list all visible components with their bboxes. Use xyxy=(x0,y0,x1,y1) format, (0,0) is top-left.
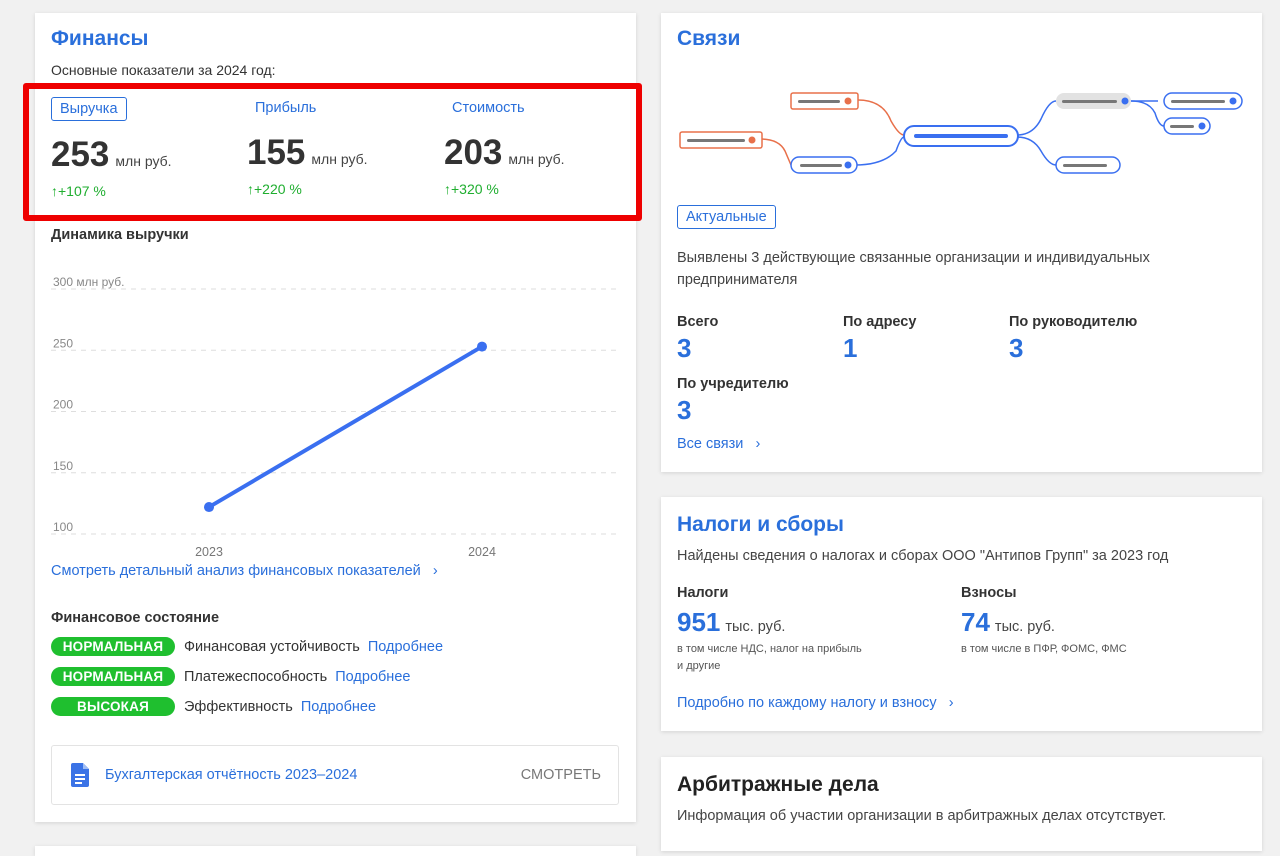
view-button[interactable]: СМОТРЕТЬ xyxy=(521,767,601,783)
stat-label: По адресу xyxy=(843,314,917,330)
finance-card: Финансы Основные показатели за 2024 год:… xyxy=(23,13,642,822)
state-row-stability: НОРМАЛЬНАЯ Финансовая устойчивость Подро… xyxy=(51,637,443,656)
taxes-title: Налоги и сборы xyxy=(677,513,844,536)
more-link[interactable]: Подробнее xyxy=(335,669,410,685)
metric-profit[interactable]: Прибыль 155 млн руб. ↑+220 % xyxy=(247,97,368,197)
stat-by-director[interactable]: По руководителю 3 xyxy=(1009,314,1137,364)
more-link[interactable]: Подробнее xyxy=(301,699,376,715)
stat-label: Всего xyxy=(677,314,719,330)
y-tick-label: 100 xyxy=(53,520,73,534)
metric-revenue-tab[interactable]: Выручка xyxy=(51,97,127,121)
more-link[interactable]: Подробнее xyxy=(368,639,443,655)
tax-unit: тыс. руб. xyxy=(994,619,1055,635)
metric-profit-tab[interactable]: Прибыль xyxy=(247,97,324,119)
tax-label: Взносы xyxy=(961,585,1017,601)
links-title: Связи xyxy=(677,27,741,50)
data-point[interactable] xyxy=(204,502,214,513)
status-badge: ВЫСОКАЯ xyxy=(51,697,175,716)
metric-revenue-change: ↑+107 % xyxy=(51,183,106,199)
arbitration-description: Информация об участии организации в арби… xyxy=(677,808,1167,824)
links-card: Связи Актуальные Выявлены 3 действующие … xyxy=(661,13,1262,472)
links-description: Выявлены 3 действующие связанные организ… xyxy=(677,250,1150,288)
chevron-right-icon: › xyxy=(755,436,761,452)
detailed-analysis-label: Смотреть детальный анализ финансовых пок… xyxy=(51,563,421,579)
metric-profit-value: 155 xyxy=(247,133,306,172)
metric-unit: млн руб. xyxy=(311,151,368,167)
accounting-report-row[interactable]: Бухгалтерская отчётность 2023–2024 СМОТР… xyxy=(51,745,619,805)
data-point[interactable] xyxy=(477,341,487,352)
finance-subtitle: Основные показатели за 2024 год: xyxy=(51,62,276,78)
tax-label: Налоги xyxy=(677,585,729,601)
metric-profit-change: ↑+220 % xyxy=(247,181,302,197)
revenue-series-line xyxy=(207,344,484,510)
state-label: Платежеспособность xyxy=(184,668,328,685)
accounting-report-link[interactable]: Бухгалтерская отчётность 2023–2024 xyxy=(105,767,357,783)
tax-item-contributions: Взносы 74 тыс. руб. в том числе в ПФР, ФО… xyxy=(961,585,1127,658)
next-card xyxy=(35,846,636,856)
taxes-card: Налоги и сборы Найдены сведения о налога… xyxy=(661,497,1262,731)
metric-revenue[interactable]: Выручка 253 млн руб. ↑+107 % xyxy=(51,97,172,199)
stat-by-founder[interactable]: По учредителю 3 xyxy=(677,376,789,426)
stat-label: По руководителю xyxy=(1009,314,1138,330)
actual-badge[interactable]: Актуальные xyxy=(677,205,776,229)
metric-unit: млн руб. xyxy=(508,151,565,167)
state-label: Эффективность xyxy=(184,698,293,715)
metric-revenue-value: 253 xyxy=(51,135,110,174)
stat-by-address[interactable]: По адресу 1 xyxy=(843,314,916,364)
stat-total[interactable]: Всего 3 xyxy=(677,314,718,364)
revenue-chart: 300 млн руб. 250 200 150 100 2023 2024 xyxy=(51,275,620,558)
financial-state-title: Финансовое состояние xyxy=(51,610,220,626)
y-tick-label: 150 xyxy=(53,459,73,473)
state-row-solvency: НОРМАЛЬНАЯ Платежеспособность Подробнее xyxy=(51,667,410,686)
metric-unit: млн руб. xyxy=(115,153,172,169)
connections-graph-icon xyxy=(679,92,1243,174)
chevron-right-icon: › xyxy=(432,563,438,579)
taxes-description: Найдены сведения о налогах и сборах ООО … xyxy=(677,548,1169,564)
tax-unit: тыс. руб. xyxy=(725,619,786,635)
taxes-detail-link[interactable]: Подробно по каждому налогу и взносу › xyxy=(677,695,954,711)
metric-value-change: ↑+320 % xyxy=(444,181,499,197)
tax-note: в том числе в ПФР, ФОМС, ФМС xyxy=(961,643,1127,655)
tax-value: 74 xyxy=(961,607,990,637)
chart-title: Динамика выручки xyxy=(51,227,189,243)
tax-note: в том числе НДС, налог на прибыль xyxy=(677,643,862,655)
taxes-detail-label: Подробно по каждому налогу и взносу xyxy=(677,695,937,711)
arbitration-title: Арбитражные дела xyxy=(677,773,879,796)
y-tick-label: 300 млн руб. xyxy=(53,275,124,289)
y-tick-label: 200 xyxy=(53,398,73,412)
stat-value[interactable]: 1 xyxy=(843,333,916,364)
finance-title: Финансы xyxy=(51,27,149,50)
metric-value-value: 203 xyxy=(444,133,503,172)
x-tick-label: 2024 xyxy=(468,545,496,558)
metric-value-tab[interactable]: Стоимость xyxy=(444,97,533,119)
stat-value[interactable]: 3 xyxy=(677,333,718,364)
x-tick-label: 2023 xyxy=(195,545,223,558)
tax-value: 951 xyxy=(677,607,721,637)
stat-label: По учредителю xyxy=(677,376,789,392)
metric-value[interactable]: Стоимость 203 млн руб. ↑+320 % xyxy=(444,97,565,197)
chevron-right-icon: › xyxy=(948,695,954,711)
all-links-link[interactable]: Все связи › xyxy=(677,436,760,452)
y-tick-label: 250 xyxy=(53,336,73,350)
state-label: Финансовая устойчивость xyxy=(184,638,360,655)
tax-note: и другие xyxy=(677,660,721,672)
stat-value[interactable]: 3 xyxy=(677,395,789,426)
status-badge: НОРМАЛЬНАЯ xyxy=(51,637,175,656)
stat-value[interactable]: 3 xyxy=(1009,333,1137,364)
document-icon xyxy=(71,763,89,787)
all-links-label: Все связи xyxy=(677,436,744,452)
arbitration-card: Арбитражные дела Информация об участии о… xyxy=(661,757,1262,851)
state-row-efficiency: ВЫСОКАЯ Эффективность Подробнее xyxy=(51,697,376,716)
status-badge: НОРМАЛЬНАЯ xyxy=(51,667,175,686)
tax-item-taxes: Налоги 951 тыс. руб. в том числе НДС, нал… xyxy=(677,585,862,675)
detailed-analysis-link[interactable]: Смотреть детальный анализ финансовых пок… xyxy=(51,563,438,579)
